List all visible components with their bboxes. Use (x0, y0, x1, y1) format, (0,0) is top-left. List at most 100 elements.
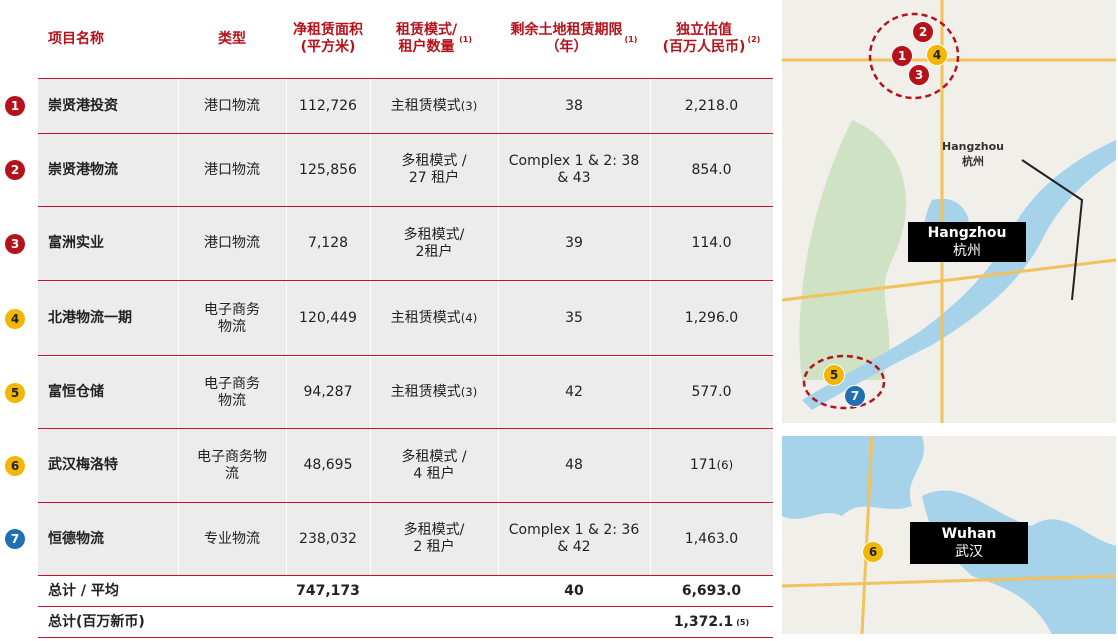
cell-mode: 多租模式 / 27 租户 (370, 134, 498, 206)
hangzhou-label: Hangzhou 杭州 (908, 222, 1026, 262)
column-divider (286, 79, 287, 133)
cell-value-text: 854.0 (691, 161, 732, 178)
cell-name: 武汉梅洛特 (38, 429, 188, 502)
cell-area: 48,695 (286, 429, 370, 502)
cell-mode-text: 多租模式/ 2租户 (403, 226, 465, 260)
cell-name: 富洲实业 (38, 207, 188, 280)
wuhan-label-en: Wuhan (941, 526, 997, 542)
map-pin-4[interactable]: 4 (926, 44, 948, 66)
column-divider (650, 134, 651, 206)
cell-area: 7,128 (286, 207, 370, 280)
column-divider (498, 282, 499, 355)
cell-name-text: 北港物流一期 (48, 310, 132, 326)
cell-name: 崇贤港物流 (38, 134, 188, 206)
cell-type: 专业物流 (178, 503, 286, 575)
cell-name: 恒德物流 (38, 503, 188, 575)
cell-type-text: 电子商务 物流 (204, 301, 260, 335)
header-area: 净租赁面积 (平方米) (293, 22, 363, 55)
map-pin-1[interactable]: 1 (891, 45, 913, 67)
cell-area-text: 120,449 (299, 310, 357, 326)
cell-value-text: 1,463.0 (684, 530, 739, 547)
cell-type-text: 专业物流 (204, 530, 260, 547)
cell-term: 48 (498, 429, 650, 502)
cell-area-text: 7,128 (307, 235, 349, 251)
column-divider (370, 357, 371, 428)
cell-mode-text: 主租赁模式 (390, 310, 461, 326)
row-rule (38, 280, 773, 281)
hangzhou-map[interactable]: 2 1 4 3 5 7 Hangzhou 杭州 Hangzhou 杭州 (782, 0, 1116, 423)
cell-term-text: Complex 1 & 2: 38 & 43 (508, 153, 640, 186)
map-pin-2[interactable]: 2 (912, 21, 934, 43)
column-divider (370, 207, 371, 280)
cell-value: 1,296.0 (650, 282, 773, 355)
cell-mode-text: 多租模式 / 4 租户 (401, 448, 467, 482)
total-sgd-value: 1,372.1 (5) (650, 607, 773, 637)
cell-mode-text: 主租赁模式 (390, 384, 461, 400)
column-divider (286, 282, 287, 355)
total-label: 总计 / 平均 (48, 582, 119, 599)
cell-term: 42 (498, 357, 650, 428)
cell-term: 38 (498, 79, 650, 133)
cell-value-note: (6) (716, 458, 734, 472)
map-pin-6[interactable]: 6 (862, 541, 884, 563)
hangzhou-city-en: Hangzhou (942, 140, 1004, 153)
cell-mode-text: 主租赁模式 (390, 97, 461, 114)
column-divider (650, 282, 651, 355)
cell-name-text: 武汉梅洛特 (48, 457, 118, 473)
column-divider (370, 503, 371, 575)
cell-type: 港口物流 (178, 134, 286, 206)
cell-value: 1,463.0 (650, 503, 773, 575)
cell-type: 电子商务 物流 (178, 282, 286, 355)
wuhan-map[interactable]: 6 Wuhan 武汉 (782, 436, 1116, 634)
cell-area-text: 238,032 (299, 530, 357, 547)
header-mode-text: 租赁模式/ 租户数量 (395, 22, 458, 55)
cell-type-text: 电子商务 物流 (204, 375, 260, 409)
header-name: 项目名称 (48, 30, 104, 47)
column-divider (178, 79, 179, 133)
table-row: 恒德物流 专业物流 238,032 多租模式/ 2 租户 Complex 1 & 2: … (38, 503, 773, 575)
column-divider (650, 357, 651, 428)
wuhan-label-cn: 武汉 (955, 544, 983, 560)
total-sgd-row: 总计(百万新币) 1,372.1 (5) (38, 607, 773, 637)
column-divider (498, 357, 499, 428)
total-term: 40 (564, 582, 584, 599)
map-pin-3[interactable]: 3 (908, 64, 930, 86)
map-pin-7[interactable]: 7 (844, 385, 866, 407)
cell-name-text: 恒德物流 (48, 530, 104, 547)
cell-type: 电子商务 物流 (178, 357, 286, 428)
row-number-badge: 2 (5, 160, 25, 180)
column-divider (286, 429, 287, 502)
header-valuation-note: (2) (747, 34, 761, 44)
row-number-badge: 1 (5, 96, 25, 116)
cell-name: 富恒仓储 (38, 357, 188, 428)
cell-term-text: 35 (565, 310, 583, 326)
row-rule (38, 355, 773, 356)
cell-area: 125,856 (286, 134, 370, 206)
cell-value: 577.0 (650, 357, 773, 428)
map-pin-5[interactable]: 5 (823, 364, 845, 386)
column-divider (650, 79, 651, 133)
cell-value: 854.0 (650, 134, 773, 206)
cell-mode: 多租模式/ 2租户 (370, 207, 498, 280)
total-area: 747,173 (296, 582, 360, 599)
cell-term: Complex 1 & 2: 38 & 43 (498, 134, 650, 206)
cell-type-text: 港口物流 (204, 97, 260, 114)
cell-value: 114.0 (650, 207, 773, 280)
table-row: 崇贤港物流 港口物流 125,856 多租模式 / 27 租户 Complex 1 & … (38, 134, 773, 206)
table-row: 北港物流一期 电子商务 物流 120,449 主租赁模式 (4) 35 1,296.0 (38, 282, 773, 355)
hangzhou-city-cn: 杭州 (961, 155, 984, 168)
cell-area: 120,449 (286, 282, 370, 355)
cell-value-text: 2,218.0 (684, 97, 739, 114)
cell-term-text: 39 (565, 235, 583, 251)
cell-area-text: 94,287 (303, 384, 353, 400)
column-divider (286, 357, 287, 428)
cell-mode: 多租模式/ 2 租户 (370, 503, 498, 575)
cell-mode: 主租赁模式 (3) (370, 357, 498, 428)
hangzhou-label-en: Hangzhou (927, 225, 1007, 241)
table-row: 武汉梅洛特 电子商务物 流 48,695 多租模式 / 4 租户 48 171 (6) (38, 429, 773, 502)
cell-name: 北港物流一期 (38, 282, 188, 355)
column-divider (286, 503, 287, 575)
cell-term: 39 (498, 207, 650, 280)
cell-mode: 主租赁模式 (4) (370, 282, 498, 355)
column-divider (370, 134, 371, 206)
